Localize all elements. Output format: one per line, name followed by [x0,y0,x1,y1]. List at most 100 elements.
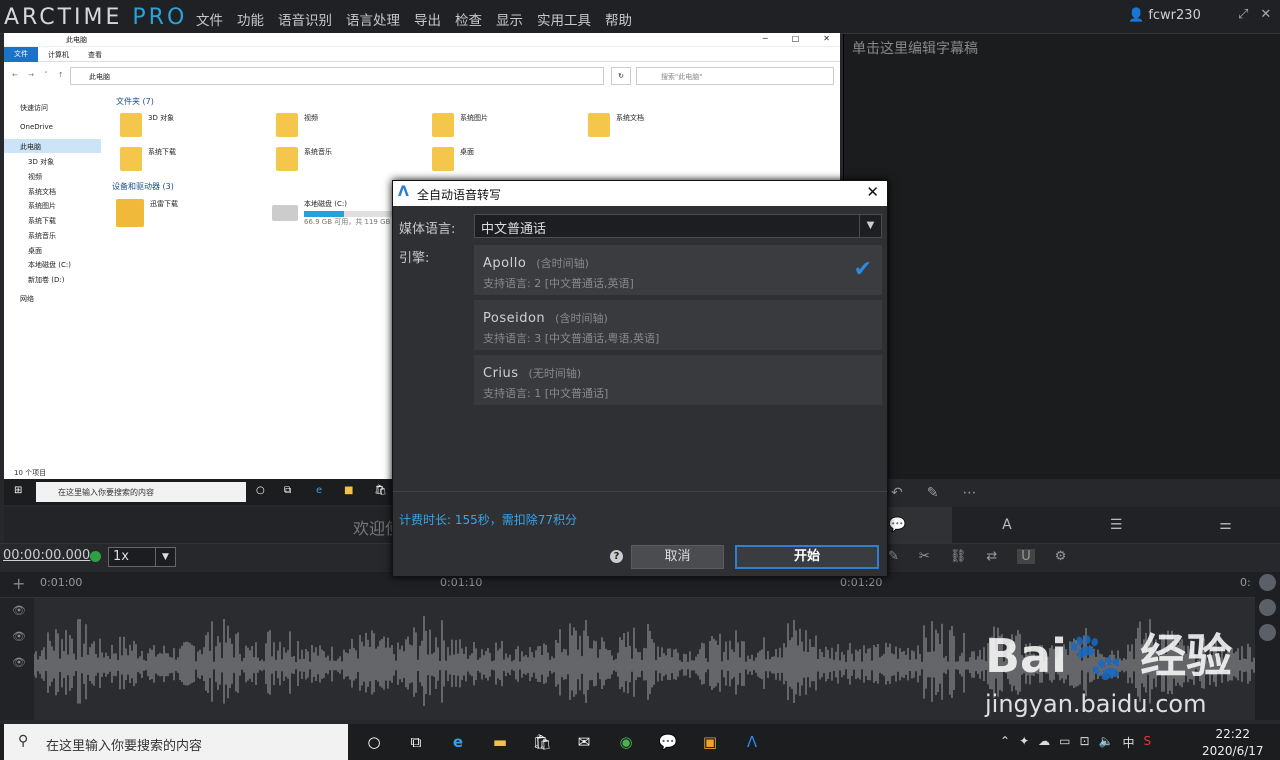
folder-item[interactable]: 系统图片 [432,113,488,137]
ime-indicator[interactable]: 中 [1122,734,1134,751]
menu-language-processing[interactable]: 语言处理 [346,9,400,29]
menu-tools[interactable]: 实用工具 [537,9,591,29]
eye-icon[interactable]: 👁 [12,630,26,643]
volume-knob-icon[interactable] [1259,574,1276,591]
menu-display[interactable]: 显示 [496,9,523,29]
engine-option-poseidon[interactable]: Poseidon (含时间轴) 支持语言: 3 [中文普通话,粤语,英语] [474,300,882,350]
nav-item[interactable]: 系统图片 [28,201,56,211]
network-icon[interactable]: ⊡ [1079,734,1089,751]
inner-taskbar-search[interactable]: 在这里输入你要搜索的内容 [36,482,246,502]
sogou-icon[interactable]: S [1144,734,1152,751]
menu-export[interactable]: 导出 [414,9,441,29]
fullscreen-icon[interactable]: ⤢ [1238,7,1248,22]
font-icon[interactable]: A [952,507,1061,543]
settings-sliders-icon[interactable]: ⚌ [1171,507,1280,543]
maximize-icon[interactable]: □ [792,34,800,43]
volume-icon[interactable]: 🔈 [1099,734,1114,751]
file-explorer-icon[interactable]: ▬ [488,730,512,754]
nav-item[interactable]: 网络 [20,294,34,304]
menu-check[interactable]: 检查 [455,9,482,29]
app-icon[interactable]: ▣ [698,730,722,754]
cancel-button[interactable]: 取消 [631,545,724,569]
minimize-icon[interactable]: ─ [763,34,768,43]
gear-icon[interactable]: ⚙ [1055,549,1067,564]
device-item[interactable]: 本地磁盘 (C:) 66.9 GB 可用，共 119 GB [272,199,394,227]
speed-select[interactable]: 1x ▼ [108,547,176,567]
ribbon-view-tab[interactable]: 查看 [88,50,102,60]
edge-icon[interactable]: e [316,485,322,496]
folders-header[interactable]: 文件夹 (7) [116,96,154,107]
device-item[interactable]: 迅雷下载 [116,199,178,227]
nav-item[interactable]: 新加卷 (D:) [28,275,64,285]
taskbar-search-input[interactable]: ⚲ 在这里输入你要搜索的内容 [4,724,348,760]
folder-item[interactable]: 3D 对象 [120,113,174,137]
nav-item[interactable]: 桌面 [28,246,42,256]
tray-app-icon[interactable]: ✦ [1019,734,1029,751]
close-icon[interactable]: ✕ [823,34,830,43]
folder-item[interactable]: 系统文档 [588,113,644,137]
help-icon[interactable]: ? [610,550,623,563]
cortana-icon[interactable]: ○ [256,485,265,496]
pencil-icon[interactable]: ✎ [927,485,939,501]
menu-speech-recognition[interactable]: 语音识别 [278,9,332,29]
undo-icon[interactable]: ↶ [891,485,903,501]
cortana-icon[interactable]: ○ [362,730,386,754]
store-icon[interactable]: 🛍 [530,730,554,754]
edge-icon[interactable]: e [446,730,470,754]
address-field[interactable]: 此电脑 [70,67,604,85]
close-icon[interactable]: ✕ [1260,7,1271,22]
mail-icon[interactable]: ✉ [572,730,596,754]
eye-icon[interactable]: 👁 [12,604,26,617]
folder-item[interactable]: 桌面 [432,147,474,171]
store-icon[interactable]: 🛍 [374,485,387,496]
battery-icon[interactable]: ▭ [1059,734,1070,751]
refresh-icon[interactable]: ↻ [611,67,631,85]
explorer-search-input[interactable]: 搜索"此电脑" [636,67,834,85]
menu-help[interactable]: 帮助 [605,9,632,29]
link-icon[interactable]: ⛓ [950,549,967,564]
start-button[interactable]: 开始 [735,545,879,569]
user-account[interactable]: 👤 fcwr230 [1128,8,1201,23]
cloud-icon[interactable]: ☁ [1038,734,1050,751]
nav-item[interactable]: 系统下载 [28,216,56,226]
scissors-icon[interactable]: ✂ [919,549,930,564]
task-view-icon[interactable]: ⧉ [284,485,291,496]
nav-item[interactable]: 视频 [28,172,42,182]
task-view-icon[interactable]: ⧉ [404,730,428,754]
ribbon-file-tab[interactable]: 文件 [4,47,38,62]
swap-icon[interactable]: ⇄ [986,549,997,564]
nav-item[interactable]: 此电脑 [20,142,41,152]
windows-start-icon[interactable]: ⊞ [14,485,22,496]
volume-knob-icon[interactable] [1259,624,1276,641]
edit-icon[interactable]: ✎ [888,549,899,564]
nav-item[interactable]: OneDrive [20,123,53,131]
volume-knob-icon[interactable] [1259,599,1276,616]
add-track-icon[interactable]: + [12,574,25,593]
ribbon-computer-tab[interactable]: 计算机 [48,50,69,60]
media-language-select[interactable]: 中文普通话 ▼ [474,214,882,238]
eye-icon[interactable]: 👁 [12,656,26,669]
more-icon[interactable]: ⋯ [962,485,976,501]
taskbar-clock[interactable]: 22:22 2020/6/17 [1202,726,1264,760]
nav-item[interactable]: 系统音乐 [28,231,56,241]
engine-option-apollo[interactable]: Apollo (含时间轴) 支持语言: 2 [中文普通话,英语] ✔ [474,245,882,295]
magnet-icon[interactable]: U [1017,549,1035,564]
nav-item-selected[interactable] [4,139,101,153]
wechat-icon[interactable]: 💬 [656,730,680,754]
subtitle-editor[interactable]: 单击这里编辑字幕稿 [843,34,1280,479]
chrome-icon[interactable]: ◉ [614,730,638,754]
arctime-icon[interactable]: Λ [740,730,764,754]
menu-file[interactable]: 文件 [196,9,223,29]
chevron-up-icon[interactable]: ⌃ [1000,734,1010,751]
folder-item[interactable]: 系统音乐 [276,147,332,171]
menu-function[interactable]: 功能 [237,9,264,29]
nav-item[interactable]: 系统文档 [28,187,56,197]
nav-arrows-icon[interactable]: ← → ˅ ↑ [12,71,68,79]
close-icon[interactable]: ✕ [866,183,879,201]
nav-item[interactable]: 本地磁盘 (C:) [28,260,71,270]
folder-item[interactable]: 视频 [276,113,318,137]
list-icon[interactable]: ☰ [1062,507,1171,543]
nav-item[interactable]: 快速访问 [20,103,48,113]
folder-app-icon[interactable]: ■ [344,485,353,496]
nav-item[interactable]: 3D 对象 [28,157,54,167]
